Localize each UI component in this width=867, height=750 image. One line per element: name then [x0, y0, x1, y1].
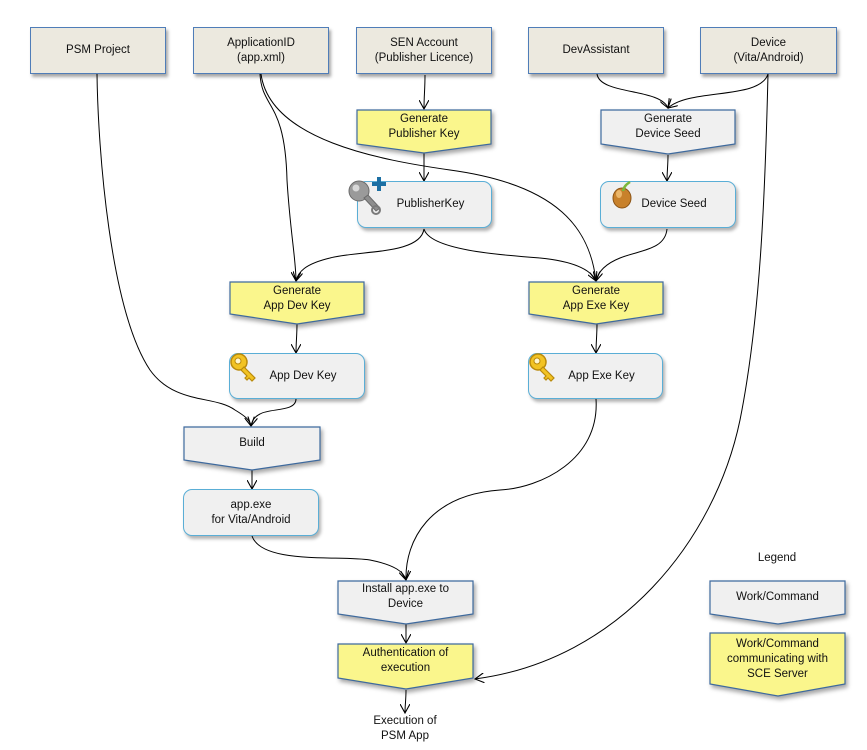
- artifact-label: PublisherKey: [396, 198, 465, 210]
- edge-appid-to-gendev: [259, 73, 296, 281]
- edge-devkey-to-build: [251, 398, 297, 426]
- edge-sen-to-genpub: [424, 74, 425, 109]
- source-label: Device (Vita/Android): [733, 36, 804, 64]
- result-execution: Execution of PSM App: [373, 715, 437, 742]
- command-label: Generate App Exe Key: [562, 285, 630, 312]
- source-label: DevAssistant: [562, 44, 630, 56]
- edge-appexe-to-install: [251, 535, 406, 580]
- source-device[interactable]: Device (Vita/Android): [700, 27, 837, 74]
- edge-appid-to-genexe: [260, 73, 596, 281]
- command-label: Generate Device Seed: [635, 113, 701, 140]
- source-dev-assistant[interactable]: DevAssistant: [528, 27, 664, 74]
- command-label: Generate App Dev Key: [263, 285, 331, 312]
- edge-genseed-to-seed: [667, 154, 668, 181]
- artifact-label: Device Seed: [641, 198, 707, 210]
- edge-pubkey-to-genexe: [423, 228, 596, 281]
- edge-pubkey-to-gendev: [296, 228, 425, 281]
- artifact-label: app.exe for Vita/Android: [211, 498, 291, 526]
- source-label: PSM Project: [66, 44, 130, 56]
- command-label: Authentication of execution: [362, 647, 449, 674]
- edge-seed-to-genexe: [596, 228, 668, 281]
- legend-title: Legend: [757, 552, 797, 564]
- command-label: Install app.exe to Device: [362, 583, 449, 610]
- legend-label: Work/Command: [736, 590, 819, 603]
- command-label: Generate Publisher Key: [388, 113, 460, 140]
- source-label: SEN Account (Publisher Licence): [374, 36, 474, 64]
- source-application-id[interactable]: ApplicationID (app.xml): [193, 27, 329, 74]
- edge-psm-to-build: [96, 73, 251, 426]
- legend-label: Work/Command communicating with SCE Serv…: [727, 637, 828, 680]
- source-sen-account[interactable]: SEN Account (Publisher Licence): [356, 27, 492, 74]
- gold-key-icon: [230, 353, 256, 382]
- edge-exekey-to-install: [406, 398, 597, 580]
- command-label: Build: [239, 436, 265, 449]
- edge-devassist-to-genseed: [596, 73, 668, 108]
- source-label: ApplicationID (app.xml): [227, 36, 295, 64]
- edge-device-to-genseed: [668, 73, 769, 108]
- artifact-label: App Exe Key: [568, 369, 635, 382]
- seed-icon: [612, 181, 632, 209]
- source-psm-project[interactable]: PSM Project: [30, 27, 166, 74]
- gold-key-icon: [529, 353, 555, 382]
- artifact-label: App Dev Key: [269, 369, 337, 382]
- edge-auth-to-exec: [405, 689, 406, 713]
- artifact-app-exe[interactable]: app.exe for Vita/Android: [183, 489, 319, 536]
- key-add-icon: [348, 177, 386, 215]
